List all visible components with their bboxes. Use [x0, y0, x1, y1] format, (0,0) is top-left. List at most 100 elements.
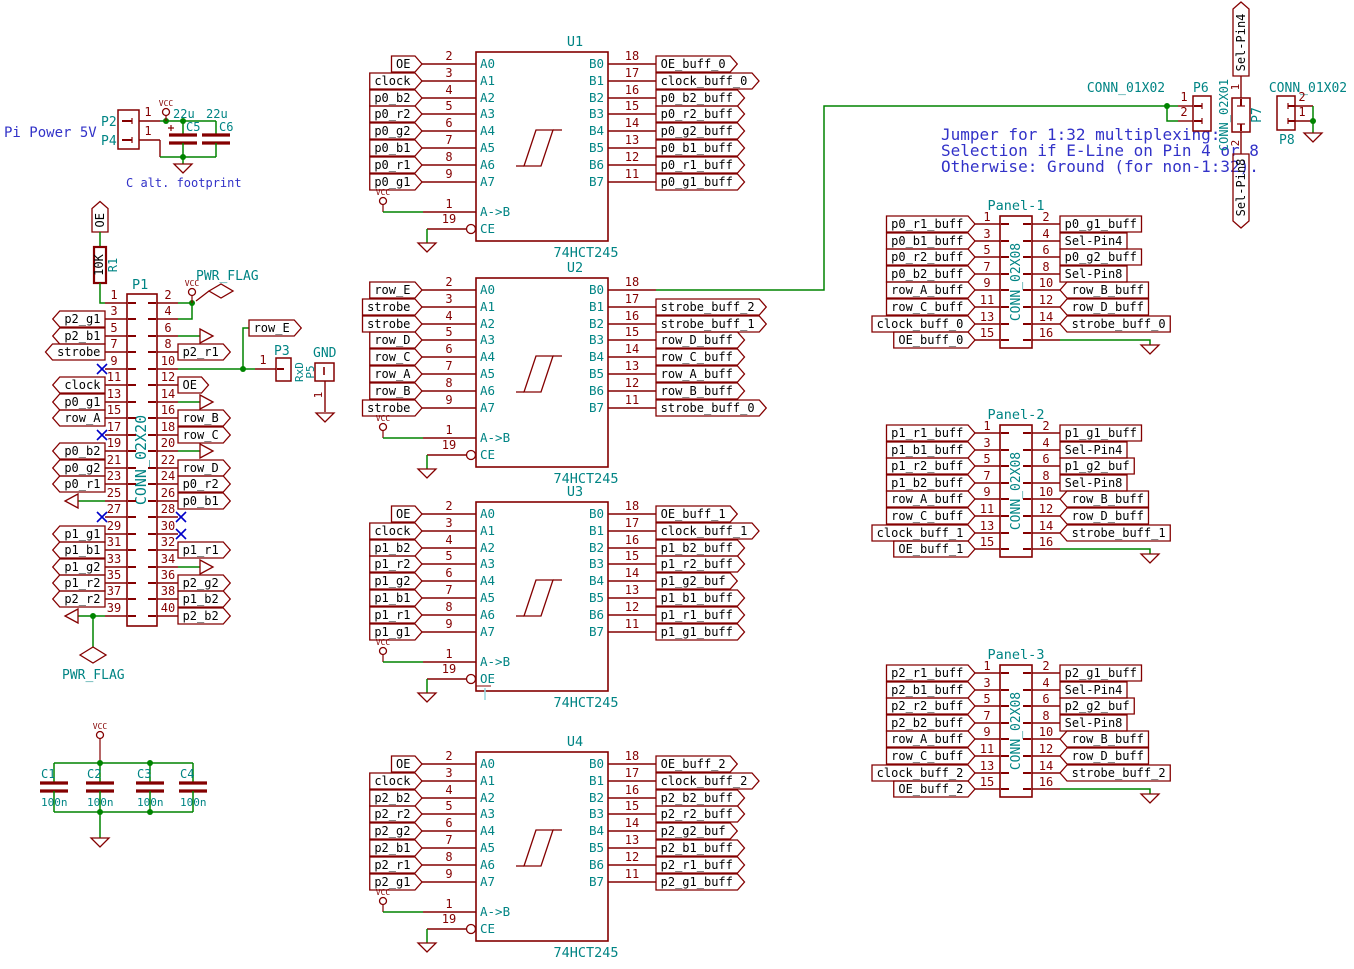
pin-number: 1	[983, 419, 990, 433]
pin-number: 1	[144, 105, 151, 119]
pin-number: 14	[161, 387, 175, 401]
global-label-text: p2_g2_buf	[661, 824, 726, 838]
global-label-text: p1_g1_buff	[661, 625, 733, 639]
global-label-text: p1_r2	[64, 576, 100, 590]
global-label-text: p0_b1_buff	[891, 234, 963, 248]
global-label-text: p2_g2_buf	[1065, 699, 1130, 713]
pin-number: 1	[445, 897, 452, 911]
pin-number: 40	[161, 601, 175, 615]
global-label-text: OE	[396, 757, 410, 771]
global-label-text: row_A	[64, 411, 101, 425]
pin-name: A0	[480, 56, 495, 71]
global-label-text: p1_g1	[64, 527, 100, 541]
pin-number: 13	[625, 133, 639, 147]
global-label-text: p2_r2	[374, 807, 410, 821]
pin-number: 2	[1298, 90, 1305, 104]
pin-name: B2	[589, 540, 604, 555]
global-label-text: p2_r2_buff	[661, 807, 733, 821]
pin-number: 1	[144, 124, 151, 138]
global-label-text: row_D_buff	[1072, 509, 1144, 523]
pin-name: B2	[589, 90, 604, 105]
pin-number: 23	[107, 469, 121, 483]
pin-number: 8	[445, 150, 452, 164]
pin-number: 10	[161, 354, 175, 368]
pin-name: A7	[480, 400, 495, 415]
global-label-text: p0_r2_buff	[891, 250, 963, 264]
global-label-text: clock	[374, 74, 411, 88]
reference: U1	[567, 34, 583, 50]
pin-number: 15	[625, 99, 639, 113]
pin-number: 27	[107, 502, 121, 516]
pin-name: B0	[589, 56, 604, 71]
global-label-text: p0_r2	[374, 107, 410, 121]
pin-number: 17	[625, 66, 639, 80]
pin-number: 1	[983, 210, 990, 224]
value: 100n	[41, 796, 68, 809]
pin-number: 12	[1039, 742, 1053, 756]
global-label-text: OE	[396, 57, 410, 71]
global-label-text: row_C_buff	[891, 300, 963, 314]
global-label-text: p1_g2_buf	[1065, 459, 1130, 473]
global-label-text: p2_b2_buff	[661, 791, 733, 805]
pin-number: 4	[445, 533, 452, 547]
pin-number: 16	[1039, 326, 1053, 340]
value: 10K	[92, 253, 106, 275]
pin-number: 19	[107, 436, 121, 450]
global-label-text: row_B_buff	[1072, 492, 1144, 506]
pin-name: CE	[480, 921, 495, 936]
global-label-text: row_A_buff	[891, 732, 963, 746]
pin-number: 39	[107, 601, 121, 615]
pin-name: B5	[589, 590, 604, 605]
pin-number: 7	[983, 260, 990, 274]
pin-name: A4	[480, 123, 495, 138]
pin-name: A1	[480, 73, 495, 88]
pin-number: 17	[625, 766, 639, 780]
global-label-text: p1_g2	[64, 560, 100, 574]
value: CONN_02X08	[1009, 692, 1024, 770]
note-pi-power[interactable]: Pi Power 5V	[4, 125, 97, 141]
global-label-text: p1_b2	[183, 592, 219, 606]
pin-number: 9	[445, 867, 452, 881]
global-label-text: row_B	[183, 411, 219, 425]
pwr-flag-label: PWR_FLAG	[196, 269, 259, 284]
reference: P8	[1279, 133, 1295, 148]
global-label-text: Sel-Pin4	[1065, 234, 1123, 248]
reference: P3	[274, 344, 290, 359]
pin-name: B7	[589, 874, 604, 889]
global-label-text: p2_b1	[374, 841, 410, 855]
pin-number: 13	[107, 387, 121, 401]
pin-name: B7	[589, 174, 604, 189]
pin-name: CE	[480, 221, 495, 236]
value: 100n	[180, 796, 207, 809]
global-label-text: clock	[374, 524, 411, 538]
global-label-text: Sel-Pin4	[1234, 14, 1248, 72]
pin-number: 10	[1039, 725, 1053, 739]
global-label-text: p2_g1_buff	[661, 875, 733, 889]
pin-number: 7	[983, 469, 990, 483]
global-label-text: Sel-Pin4	[1065, 443, 1123, 457]
pin-number: 36	[161, 568, 175, 582]
reference: C2	[87, 767, 101, 781]
pin-name: A1	[480, 773, 495, 788]
pin-number: 4	[164, 304, 171, 318]
note-jumper[interactable]: Otherwise: Ground (for non-1:32).	[941, 157, 1259, 176]
reference: P7	[1250, 107, 1265, 123]
pin-name: A2	[480, 316, 495, 331]
pin-number: 9	[983, 725, 990, 739]
pin-name: A4	[480, 823, 495, 838]
global-label-text: Sel-Pin8	[1065, 476, 1123, 490]
pin-number: 5	[983, 452, 990, 466]
pin-name: B7	[589, 400, 604, 415]
pin-name: B6	[589, 857, 604, 872]
vcc-label: VCC	[376, 638, 391, 647]
pin-name: B6	[589, 607, 604, 622]
pin-name: A4	[480, 573, 495, 588]
pin-number: 32	[161, 535, 175, 549]
pin-number: 19	[442, 662, 456, 676]
global-label-text: p0_r1_buff	[891, 217, 963, 231]
pin-number: 7	[110, 337, 117, 351]
global-label-text: Sel-Pin8	[1234, 159, 1248, 217]
global-label-text: p0_b2	[64, 444, 100, 458]
note-c-alt[interactable]: C alt. footprint	[126, 176, 242, 190]
pin-number: 17	[625, 292, 639, 306]
